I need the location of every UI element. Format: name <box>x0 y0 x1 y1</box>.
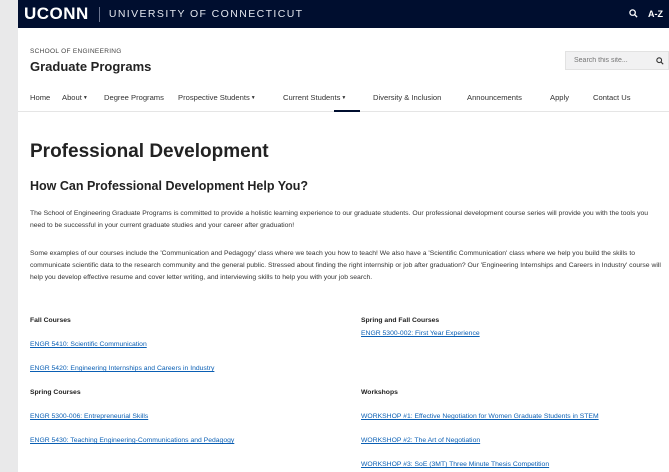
nav-home[interactable]: Home <box>30 93 50 102</box>
search-icon[interactable] <box>656 56 664 65</box>
main-nav: Home About▼ Degree Programs Prospective … <box>18 86 669 112</box>
course-link-engr-5430[interactable]: ENGR 5430: Teaching Engineering-Communic… <box>30 437 234 444</box>
workshop-link-3[interactable]: WORKSHOP #3: SoE (3MT) Three Minute Thes… <box>361 461 549 468</box>
site-search <box>565 51 669 70</box>
spring-fall-courses-heading: Spring and Fall Courses <box>361 317 440 324</box>
university-name-link[interactable]: UNIVERSITY OF CONNECTICUT <box>109 8 304 20</box>
page-title: Professional Development <box>30 141 269 162</box>
nav-current-students[interactable]: Current Students▼ <box>283 93 346 102</box>
page-content: SCHOOL OF ENGINEERING Graduate Programs … <box>18 28 669 472</box>
uconn-logo[interactable]: UCONN <box>24 4 89 24</box>
uconn-top-bar: UCONN UNIVERSITY OF CONNECTICUT A-Z <box>18 0 669 28</box>
a-z-index-link[interactable]: A-Z <box>648 9 663 19</box>
nav-degree-programs[interactable]: Degree Programs <box>104 93 164 102</box>
workshop-link-1[interactable]: WORKSHOP #1: Effective Negotiation for W… <box>361 413 599 420</box>
workshops-heading: Workshops <box>361 389 398 396</box>
course-link-engr-5410[interactable]: ENGR 5410: Scientific Communication <box>30 341 147 348</box>
search-input[interactable] <box>566 57 644 64</box>
site-header: SCHOOL OF ENGINEERING Graduate Programs <box>18 28 669 83</box>
site-title[interactable]: Graduate Programs <box>30 59 151 74</box>
top-bar-tools: A-Z <box>629 8 669 20</box>
divider <box>98 6 100 22</box>
nav-diversity-inclusion[interactable]: Diversity & Inclusion <box>373 93 441 102</box>
search-icon[interactable] <box>629 8 638 20</box>
nav-contact-us[interactable]: Contact Us <box>593 93 631 102</box>
caret-down-icon: ▼ <box>341 95 347 101</box>
nav-active-underline <box>334 110 360 112</box>
workshop-link-2[interactable]: WORKSHOP #2: The Art of Negotiation <box>361 437 480 444</box>
caret-down-icon: ▼ <box>250 95 256 101</box>
section-heading: How Can Professional Development Help Yo… <box>30 179 309 193</box>
intro-paragraph: The School of Engineering Graduate Progr… <box>30 210 649 229</box>
course-link-engr-5300-002[interactable]: ENGR 5300-002: First Year Experience <box>361 330 480 337</box>
school-name[interactable]: SCHOOL OF ENGINEERING <box>30 48 122 55</box>
examples-paragraph: Some examples of our courses include the… <box>30 250 661 281</box>
fall-courses-heading: Fall Courses <box>30 317 71 324</box>
spring-courses-heading: Spring Courses <box>30 389 81 396</box>
course-link-engr-5300-006[interactable]: ENGR 5300-006: Entrepreneurial Skills <box>30 413 148 420</box>
nav-apply[interactable]: Apply <box>550 93 569 102</box>
nav-announcements[interactable]: Announcements <box>467 93 522 102</box>
nav-prospective-students[interactable]: Prospective Students▼ <box>178 93 256 102</box>
course-link-engr-5420[interactable]: ENGR 5420: Engineering Internships and C… <box>30 365 214 372</box>
nav-about[interactable]: About▼ <box>62 93 88 102</box>
caret-down-icon: ▼ <box>82 95 88 101</box>
